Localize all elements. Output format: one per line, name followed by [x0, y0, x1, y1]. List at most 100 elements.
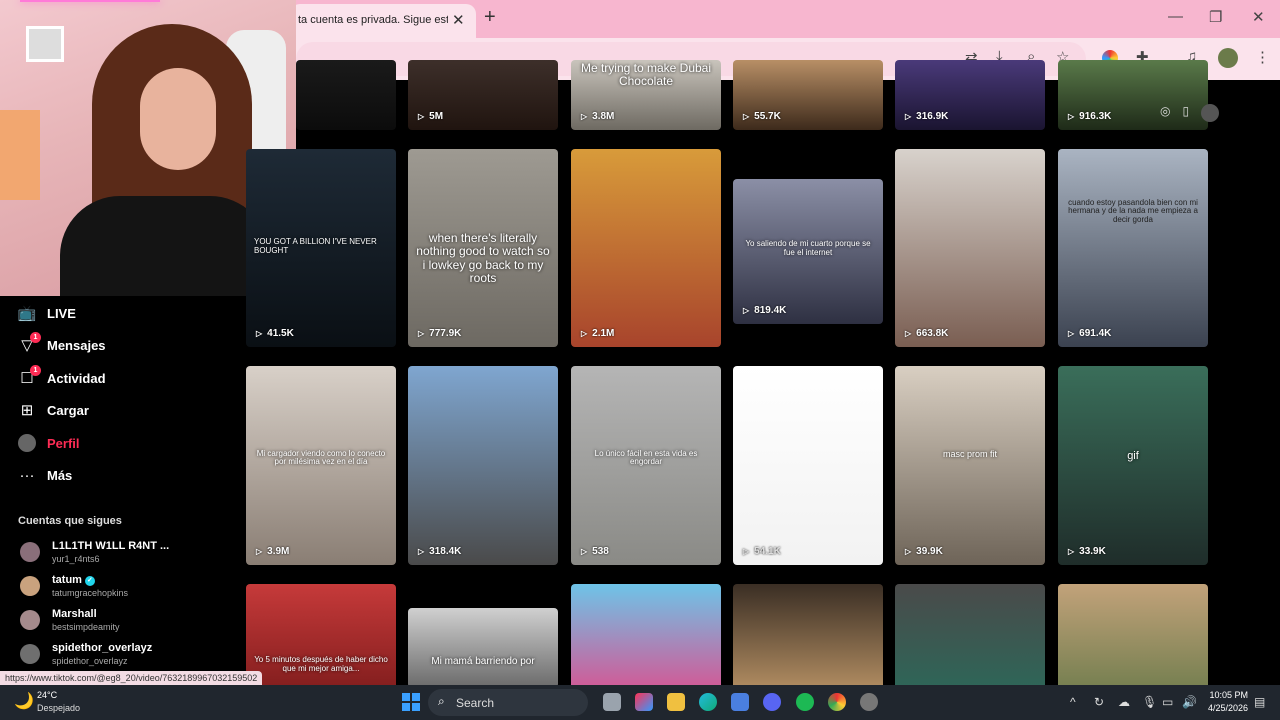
- following-account[interactable]: L1L1TH W1LL R4NT ... yur1_r4nts6: [18, 540, 238, 568]
- account-handle: yur1_r4nts6: [52, 554, 100, 564]
- view-count-value: 318.4K: [429, 546, 462, 557]
- taskbar: 🌙 24°C Despejado ⌕ Search ^ ↻ ☁ 🎙 ▭ 🔊 10…: [0, 685, 1280, 720]
- neon-light-shape: [20, 0, 160, 2]
- view-count-value: 663.8K: [916, 328, 949, 339]
- file-explorer-icon[interactable]: [667, 693, 685, 711]
- view-count: ▷ 777.9K: [418, 328, 461, 339]
- moon-icon[interactable]: 🌙: [14, 691, 34, 711]
- obs-icon[interactable]: [860, 693, 878, 711]
- view-count-value: 819.4K: [754, 305, 787, 316]
- video-controls: ◎ ▯: [1160, 104, 1220, 122]
- play-icon: ▷: [418, 112, 425, 121]
- account-handle: bestsimpdeamity: [52, 622, 120, 632]
- shelf-shape: [0, 110, 40, 200]
- new-tab-button[interactable]: +: [484, 6, 496, 29]
- video-tile[interactable]: ▷ 54.1K: [733, 366, 883, 565]
- browser-tab[interactable]: ta cuenta es privada. Sigue esta cuenta …: [290, 4, 476, 38]
- cloud-icon[interactable]: ☁: [1118, 695, 1130, 709]
- sidebar-item-perfil[interactable]: Perfil: [18, 431, 80, 455]
- following-account[interactable]: spidethor_overlayz spidethor_overlayz: [18, 642, 238, 670]
- weather-temperature: 24°C: [37, 690, 58, 700]
- view-count: ▷ 3.9M: [256, 546, 289, 557]
- volume-icon[interactable]: 🔊: [1182, 695, 1197, 709]
- screen: ta cuenta es privada. Sigue esta cuenta …: [0, 0, 1280, 720]
- notification-badge: 1: [30, 332, 41, 343]
- video-tile[interactable]: YOU GOT A BILLION I'VE NEVER BOUGHT ▷ 41.5…: [246, 149, 396, 347]
- sidebar-item-mas[interactable]: ··· Más: [18, 463, 73, 487]
- account-name: Marshall: [52, 608, 97, 620]
- windows-start-icon[interactable]: [402, 693, 420, 711]
- avatar: [20, 644, 40, 664]
- video-tile[interactable]: gif ▷ 33.9K: [1058, 366, 1208, 565]
- view-count: ▷ 54.1K: [743, 546, 781, 557]
- video-tile[interactable]: ▷ 2.1M: [571, 149, 721, 347]
- profile-avatar-icon[interactable]: [1218, 48, 1238, 68]
- video-tile[interactable]: Mi mamá barriendo por: [408, 608, 558, 688]
- video-tile[interactable]: masc prom fit ▷ 39.9K: [895, 366, 1045, 565]
- task-view-icon[interactable]: [603, 693, 621, 711]
- video-caption: YOU GOT A BILLION I'VE NEVER BOUGHT: [254, 237, 377, 255]
- play-icon: ▷: [743, 306, 750, 315]
- discord-icon[interactable]: [763, 693, 781, 711]
- play-icon: ▷: [1068, 329, 1075, 338]
- minimize-button[interactable]: —: [1168, 8, 1183, 25]
- video-tile[interactable]: ▷ 55.7K: [733, 60, 883, 130]
- view-count-value: 55.7K: [754, 111, 781, 122]
- avatar[interactable]: [1201, 104, 1220, 122]
- video-tile[interactable]: ▷ 663.8K: [895, 149, 1045, 347]
- following-account[interactable]: tatum ✓ tatumgracehopkins: [18, 574, 238, 602]
- video-tile[interactable]: when there's literally nothing good to w…: [408, 149, 558, 347]
- view-count-value: 54.1K: [754, 546, 781, 557]
- view-count-value: 916.3K: [1079, 111, 1112, 122]
- microphone-icon[interactable]: 🎙: [1142, 695, 1157, 709]
- video-tile[interactable]: [296, 60, 396, 130]
- sync-icon[interactable]: ↻: [1094, 695, 1104, 709]
- autoplay-icon[interactable]: ◎: [1160, 104, 1170, 122]
- sidebar-item-live[interactable]: 📺 LIVE: [18, 301, 76, 325]
- video-caption: Lo único fácil en esta vida es engordar: [594, 448, 698, 467]
- close-window-button[interactable]: ✕: [1252, 8, 1265, 26]
- copilot-icon[interactable]: [635, 693, 653, 711]
- play-icon: ▷: [1068, 547, 1075, 556]
- video-tile[interactable]: Mi cargador viendo como lo conecto por m…: [246, 366, 396, 565]
- video-tile[interactable]: Me trying to make Dubai Chocolate ▷ 3.8M: [571, 60, 721, 130]
- play-icon: ▷: [581, 112, 588, 121]
- notifications-icon[interactable]: ▤: [1254, 695, 1265, 709]
- video-tile[interactable]: ▷ 316.9K: [895, 60, 1045, 130]
- play-icon: ▷: [905, 112, 912, 121]
- video-tile[interactable]: ▷ 318.4K: [408, 366, 558, 565]
- chevron-up-icon[interactable]: ^: [1070, 695, 1076, 709]
- wall-picture-frame: [26, 26, 64, 62]
- store-icon[interactable]: [731, 693, 749, 711]
- sidebar-item-actividad[interactable]: ☐ 1 Actividad: [18, 365, 106, 390]
- search-label: Search: [456, 696, 495, 710]
- video-tile[interactable]: cuando estoy pasandola bien con mi herma…: [1058, 149, 1208, 347]
- play-icon: ▷: [1068, 112, 1075, 121]
- menu-kebab-icon[interactable]: ⋮: [1255, 48, 1270, 66]
- video-tile[interactable]: Yo saliendo de mi cuarto porque se fue e…: [733, 179, 883, 324]
- view-count: ▷ 318.4K: [418, 546, 461, 557]
- sidebar-item-cargar[interactable]: ⊞ Cargar: [18, 398, 89, 422]
- spotify-icon[interactable]: [796, 693, 814, 711]
- chrome-icon[interactable]: [828, 693, 846, 711]
- tab-close-icon[interactable]: ✕: [452, 11, 465, 29]
- following-heading: Cuentas que sigues: [18, 515, 122, 527]
- taskbar-search[interactable]: ⌕ Search: [428, 689, 588, 716]
- view-count: ▷ 39.9K: [905, 546, 943, 557]
- view-count: ▷ 916.3K: [1068, 111, 1111, 122]
- restore-button[interactable]: ❐: [1209, 8, 1222, 26]
- sidebar-item-label: Cargar: [47, 402, 89, 418]
- edge-icon[interactable]: [699, 693, 717, 711]
- sidebar-item-mensajes[interactable]: ▽ 1 Mensajes: [18, 332, 106, 357]
- avatar: [20, 610, 40, 630]
- video-tile[interactable]: Lo único fácil en esta vida es engordar ▷…: [571, 366, 721, 565]
- search-icon: ⌕: [438, 694, 445, 708]
- play-icon: ▷: [905, 547, 912, 556]
- video-tile[interactable]: ▷ 5M: [408, 60, 558, 130]
- following-account[interactable]: Marshall bestsimpdeamity: [18, 608, 238, 636]
- tv-icon: 📺: [17, 305, 37, 322]
- view-count: ▷ 819.4K: [743, 305, 786, 316]
- phone-icon[interactable]: ▯: [1182, 104, 1189, 122]
- view-count-value: 3.8M: [592, 111, 615, 122]
- network-icon[interactable]: ▭: [1162, 695, 1173, 709]
